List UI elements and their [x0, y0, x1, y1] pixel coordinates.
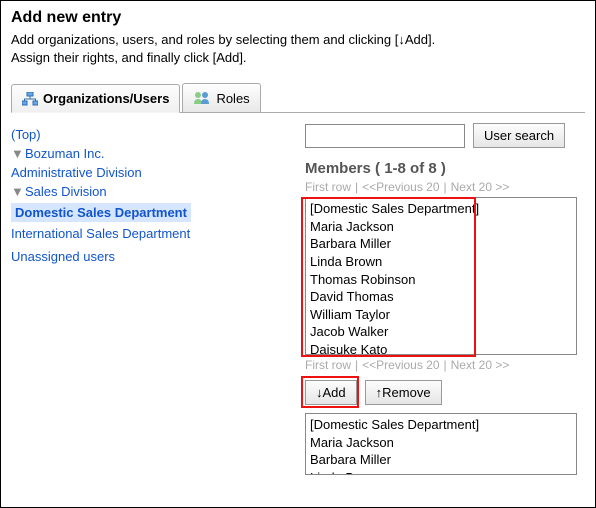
- dialog: Add new entry Add organizations, users, …: [0, 0, 596, 508]
- remove-button[interactable]: ↑Remove: [365, 380, 442, 405]
- list-item[interactable]: Maria Jackson: [310, 434, 572, 452]
- list-item[interactable]: Maria Jackson: [310, 218, 572, 236]
- add-remove-row: ↓Add ↑Remove: [305, 380, 585, 405]
- pag-prev[interactable]: <<Previous 20: [362, 358, 439, 372]
- tree-domestic[interactable]: Domestic Sales Department: [11, 201, 283, 224]
- pag-next[interactable]: Next 20 >>: [451, 358, 510, 372]
- pagination-top: First row|<<Previous 20|Next 20 >>: [305, 180, 585, 194]
- user-search-button[interactable]: User search: [473, 123, 565, 148]
- pag-first[interactable]: First row: [305, 180, 351, 194]
- list-item[interactable]: [Domestic Sales Department]: [310, 416, 572, 434]
- list-item[interactable]: Jacob Walker: [310, 323, 572, 341]
- chevron-down-icon[interactable]: ▼: [11, 146, 23, 161]
- tree-unassigned[interactable]: Unassigned users: [11, 247, 283, 266]
- content: (Top) ▼Bozuman Inc. Administrative Divis…: [1, 113, 595, 484]
- list-item[interactable]: David Thomas: [310, 288, 572, 306]
- tabs: Organizations/Users Roles: [11, 83, 585, 113]
- tree-org[interactable]: ▼Bozuman Inc.: [11, 144, 283, 163]
- list-item[interactable]: [Domestic Sales Department]: [310, 200, 572, 218]
- pag-first[interactable]: First row: [305, 358, 351, 372]
- org-icon: [22, 92, 38, 106]
- page-title: Add new entry: [11, 9, 585, 27]
- tab-roles[interactable]: Roles: [182, 83, 260, 112]
- pag-next[interactable]: Next 20 >>: [451, 180, 510, 194]
- pagination-bottom: First row|<<Previous 20|Next 20 >>: [305, 358, 585, 372]
- chevron-down-icon[interactable]: ▼: [11, 184, 23, 199]
- tree-intl[interactable]: International Sales Department: [11, 224, 283, 243]
- members-listbox[interactable]: [Domestic Sales Department] Maria Jackso…: [305, 197, 577, 355]
- list-item[interactable]: Linda Brown: [310, 469, 572, 475]
- tab-label: Organizations/Users: [43, 91, 169, 106]
- list-item[interactable]: Linda Brown: [310, 253, 572, 271]
- list-item[interactable]: Thomas Robinson: [310, 271, 572, 289]
- selected-listbox[interactable]: [Domestic Sales Department] Maria Jackso…: [305, 413, 577, 475]
- search-row: User search: [305, 123, 585, 148]
- add-button[interactable]: ↓Add: [305, 380, 357, 405]
- roles-icon: [193, 91, 211, 105]
- members-title: Members ( 1-8 of 8 ): [305, 160, 585, 177]
- tree-admin[interactable]: Administrative Division: [11, 163, 283, 182]
- members-area: First row|<<Previous 20|Next 20 >> [Dome…: [305, 180, 585, 372]
- tree-top[interactable]: (Top): [11, 125, 283, 144]
- list-item[interactable]: Daisuke Kato: [310, 341, 572, 356]
- right-panel: User search Members ( 1-8 of 8 ) First r…: [287, 113, 595, 484]
- pag-prev[interactable]: <<Previous 20: [362, 180, 439, 194]
- tab-organizations-users[interactable]: Organizations/Users: [11, 84, 180, 113]
- page-desc: Add organizations, users, and roles by s…: [11, 31, 585, 67]
- header: Add new entry Add organizations, users, …: [1, 1, 595, 73]
- tree-sales[interactable]: ▼Sales Division: [11, 182, 283, 201]
- list-item[interactable]: Barbara Miller: [310, 451, 572, 469]
- search-input[interactable]: [305, 124, 465, 148]
- org-tree: (Top) ▼Bozuman Inc. Administrative Divis…: [1, 113, 287, 484]
- list-item[interactable]: Barbara Miller: [310, 235, 572, 253]
- tab-label: Roles: [216, 91, 249, 106]
- list-item[interactable]: William Taylor: [310, 306, 572, 324]
